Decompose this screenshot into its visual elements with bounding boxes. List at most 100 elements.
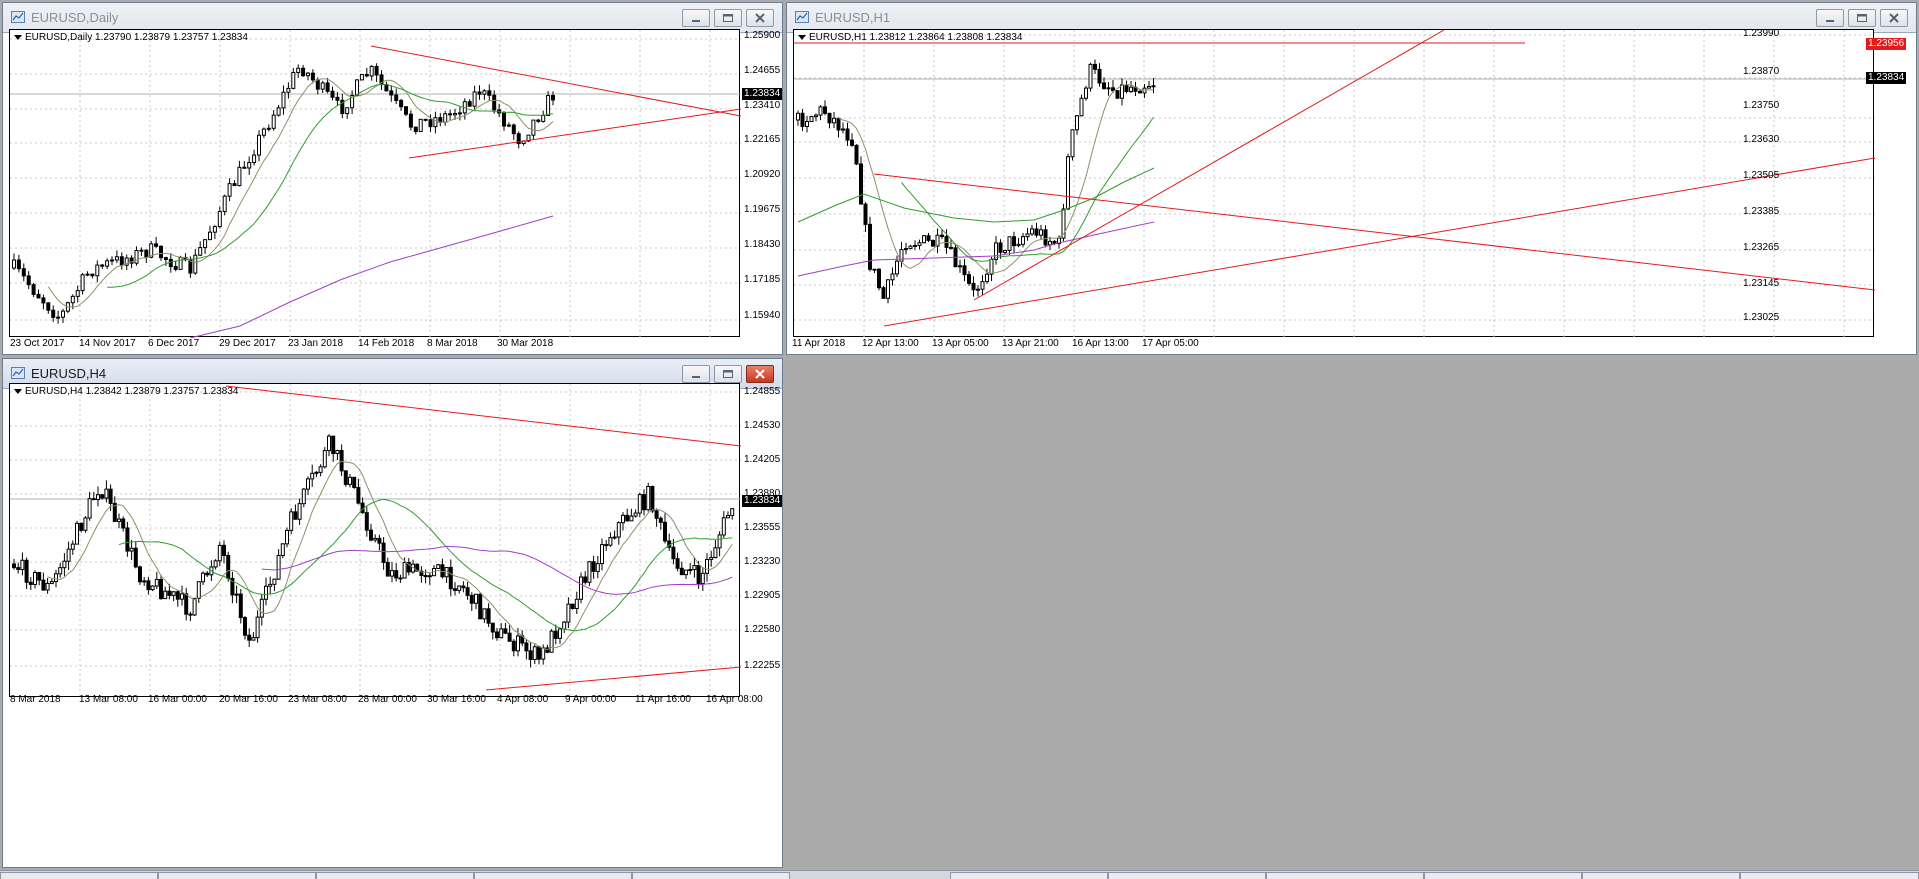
bearish-candle	[16, 259, 21, 270]
time-axis-label: 13 Mar 08:00	[79, 694, 138, 705]
dropdown-triangle-icon[interactable]	[14, 35, 22, 40]
window-title: EURUSD,H4	[31, 366, 107, 381]
bullish-candle	[276, 107, 281, 116]
bullish-candle	[1084, 87, 1088, 99]
minimize-button[interactable]	[1816, 9, 1844, 27]
bullish-candle	[45, 582, 50, 591]
chart-window-h4[interactable]: EURUSD,H4 EURUSD,H4 1.23842 1.23879 1.23…	[2, 358, 783, 868]
bullish-candle	[566, 603, 571, 623]
bullish-candle	[917, 242, 922, 246]
bearish-candle	[423, 118, 428, 121]
bearish-candle	[146, 580, 151, 591]
bullish-candle	[110, 259, 114, 262]
bullish-candle	[96, 494, 100, 501]
bullish-candle	[62, 560, 67, 569]
bullish-candle	[237, 166, 242, 187]
bearish-candle	[962, 265, 967, 276]
price-chart[interactable]	[10, 384, 741, 698]
dropdown-triangle-icon[interactable]	[14, 389, 22, 394]
price-chart[interactable]	[10, 30, 741, 338]
time-axis-label: 4 Apr 08:00	[497, 694, 549, 705]
minimize-button[interactable]	[682, 9, 710, 27]
time-axis-label: 29 Dec 2017	[219, 338, 276, 349]
dropdown-triangle-icon[interactable]	[798, 35, 806, 40]
bullish-candle	[359, 74, 364, 81]
price-axis-label: 1.25900	[744, 30, 781, 41]
bullish-candle	[717, 534, 722, 549]
bullish-candle	[310, 472, 315, 480]
bearish-candle	[356, 486, 361, 504]
bearish-candle	[1093, 63, 1097, 70]
bearish-candle	[850, 139, 854, 146]
price-chart[interactable]	[794, 30, 1875, 338]
time-axis-label: 16 Mar 00:00	[148, 694, 207, 705]
trend-line	[883, 157, 1875, 327]
bearish-candle	[167, 590, 172, 596]
bearish-candle	[583, 576, 588, 583]
bearish-candle	[440, 564, 445, 578]
bearish-candle	[658, 517, 663, 523]
bullish-candle	[251, 637, 256, 641]
bearish-candle	[175, 591, 180, 600]
trend-line	[973, 30, 1445, 301]
bearish-candle	[663, 521, 667, 542]
bearish-candle	[247, 634, 252, 641]
close-button[interactable]	[746, 365, 774, 383]
window-title: EURUSD,Daily	[31, 10, 119, 25]
chart-window-daily[interactable]: EURUSD,Daily EURUSD,Daily 1.23790 1.2387…	[2, 2, 783, 355]
minimize-button[interactable]	[682, 365, 710, 383]
bullish-candle	[70, 295, 75, 304]
chart-plot-area[interactable]: EURUSD,H1 1.23812 1.23864 1.23808 1.2383…	[793, 29, 1875, 338]
bullish-candle	[516, 635, 520, 652]
price-axis-label: 1.24205	[744, 454, 781, 465]
bearish-candle	[242, 166, 247, 169]
bearish-candle	[381, 542, 386, 563]
price-axis-label: 1.24855	[744, 386, 781, 397]
bearish-candle	[12, 563, 16, 569]
bullish-candle	[369, 65, 374, 77]
bullish-candle	[506, 124, 511, 127]
maximize-button[interactable]	[714, 9, 742, 27]
bearish-candle	[331, 435, 336, 455]
bearish-candle	[604, 544, 609, 547]
bearish-candle	[524, 642, 529, 652]
close-button[interactable]	[746, 9, 774, 27]
price-axis-label: 1.18430	[744, 239, 781, 250]
bullish-candle	[980, 281, 985, 290]
bearish-candle	[79, 522, 84, 531]
bullish-candle	[322, 450, 327, 468]
bearish-candle	[492, 94, 497, 111]
price-axis-label: 1.17185	[744, 274, 781, 285]
chart-plot-area[interactable]: EURUSD,Daily 1.23790 1.23879 1.23757 1.2…	[9, 29, 741, 338]
time-axis-label: 6 Dec 2017	[148, 338, 200, 349]
bearish-candle	[36, 293, 41, 299]
time-axis-label: 28 Mar 00:00	[358, 694, 417, 705]
price-axis-label: 1.23145	[1743, 278, 1780, 289]
time-axis-label: 16 Apr 13:00	[1072, 338, 1129, 349]
bullish-candle	[70, 543, 75, 550]
time-axis-label: 11 Apr 16:00	[635, 694, 691, 705]
chart-window-h1[interactable]: EURUSD,H1 EURUSD,H1 1.23812 1.23864 1.23…	[786, 2, 1917, 355]
maximize-button[interactable]	[714, 365, 742, 383]
bearish-candle	[528, 650, 533, 661]
time-axis-label: 30 Mar 16:00	[427, 694, 486, 705]
bearish-candle	[21, 268, 26, 277]
bullish-candle	[1120, 84, 1124, 99]
close-button[interactable]	[1880, 9, 1908, 27]
bullish-candle	[390, 570, 394, 577]
minimize-icon	[692, 376, 700, 378]
price-axis-label: 1.24655	[744, 65, 781, 76]
bullish-candle	[213, 560, 218, 568]
bearish-candle	[222, 544, 226, 556]
maximize-button[interactable]	[1848, 9, 1876, 27]
bullish-candle	[266, 127, 271, 130]
bullish-candle	[58, 567, 63, 575]
bullish-candle	[453, 112, 457, 116]
bearish-candle	[119, 256, 124, 266]
bullish-candle	[418, 118, 423, 132]
chart-window-icon	[11, 11, 25, 23]
chart-plot-area[interactable]: EURUSD,H4 1.23842 1.23879 1.23757 1.2383…	[9, 383, 741, 698]
bearish-candle	[823, 106, 827, 114]
bullish-candle	[612, 536, 617, 539]
bullish-candle	[721, 517, 726, 536]
